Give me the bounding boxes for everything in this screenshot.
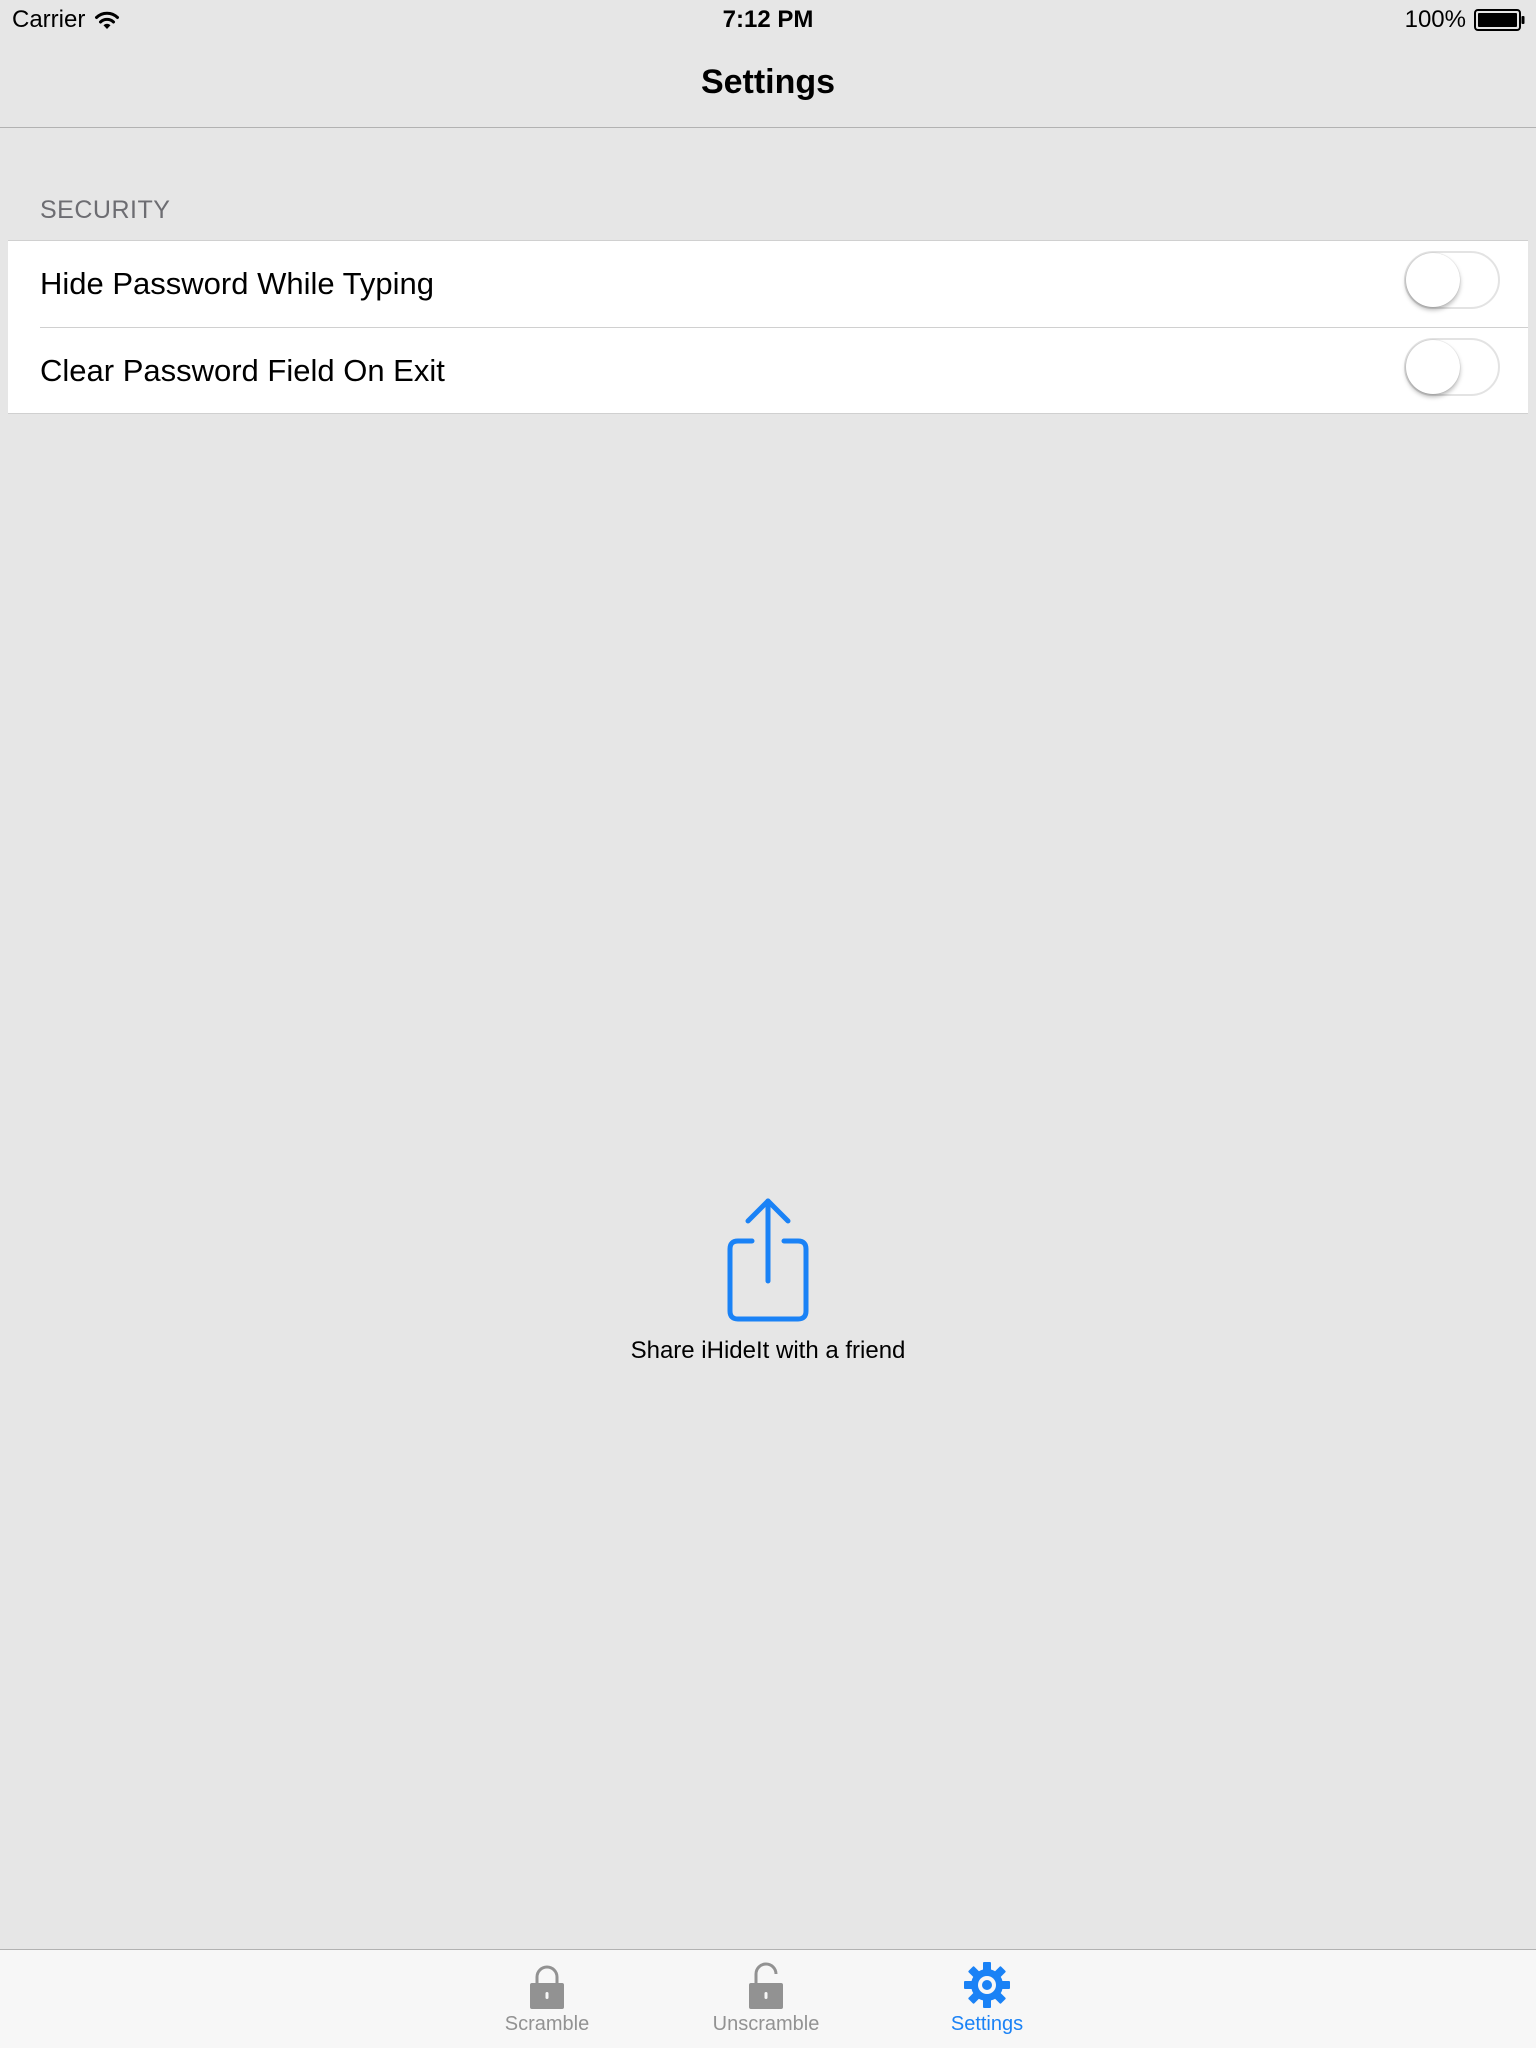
lock-open-icon bbox=[749, 1962, 783, 2009]
toggle-knob bbox=[1406, 340, 1460, 394]
share-label: Share iHideIt with a friend bbox=[630, 1337, 906, 1364]
battery-icon bbox=[1474, 9, 1525, 31]
setting-row-hide-password: Hide Password While Typing bbox=[8, 241, 1528, 328]
hide-password-toggle[interactable] bbox=[1404, 251, 1500, 309]
share-icon bbox=[727, 1198, 809, 1322]
page-title: Settings bbox=[700, 63, 836, 101]
tab-bar: Scramble Unscramble Settings bbox=[0, 1949, 1536, 2048]
status-time: 7:12 PM bbox=[722, 6, 814, 33]
navigation-bar: Settings bbox=[0, 40, 1536, 128]
tab-label-unscramble: Unscramble bbox=[712, 2013, 820, 2035]
tab-scramble[interactable]: Scramble bbox=[457, 1960, 637, 2048]
status-bar: Carrier 7:12 PM 100% bbox=[0, 0, 1536, 40]
clear-password-toggle[interactable] bbox=[1404, 338, 1500, 396]
setting-label-hide-password: Hide Password While Typing bbox=[40, 266, 434, 301]
tab-unscramble[interactable]: Unscramble bbox=[676, 1960, 856, 2048]
setting-row-clear-password: Clear Password Field On Exit bbox=[8, 328, 1528, 414]
toggle-knob bbox=[1406, 253, 1460, 307]
share-button[interactable]: Share iHideIt with a friend bbox=[568, 1195, 968, 1375]
tab-settings[interactable]: Settings bbox=[897, 1960, 1077, 2048]
status-battery: 100% bbox=[1405, 4, 1526, 36]
battery-percent: 100% bbox=[1404, 6, 1466, 33]
tab-label-settings: Settings bbox=[950, 2013, 1024, 2035]
tab-label-scramble: Scramble bbox=[504, 2013, 590, 2035]
lock-closed-icon bbox=[530, 1965, 564, 2009]
security-settings-group: Hide Password While Typing Clear Passwor… bbox=[8, 240, 1528, 414]
gear-icon bbox=[964, 1962, 1010, 2008]
setting-label-clear-password: Clear Password Field On Exit bbox=[40, 353, 445, 388]
section-header-security: SECURITY bbox=[40, 196, 171, 224]
